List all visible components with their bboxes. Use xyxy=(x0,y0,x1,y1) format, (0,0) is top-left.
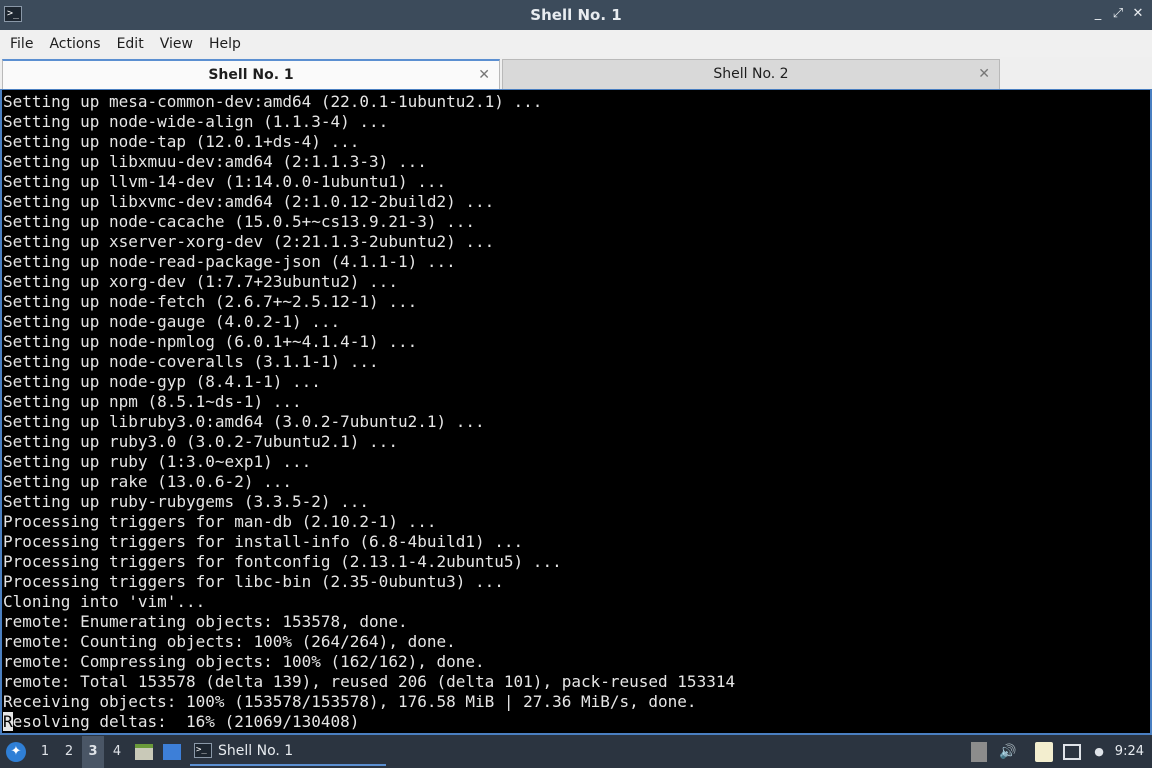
taskbar: ✦ 1 2 3 4 >_ Shell No. 1 🔊 ● 9:24 xyxy=(0,736,1152,768)
terminal-line: Setting up node-cacache (15.0.5+~cs13.9.… xyxy=(3,212,476,231)
terminal-line: Setting up node-wide-align (1.1.3-4) ... xyxy=(3,112,389,131)
terminal-line: Processing triggers for libc-bin (2.35-0… xyxy=(3,572,504,591)
desktop-1[interactable]: 1 xyxy=(34,736,56,768)
terminal-prompt-line: Resolving deltas: 16% (21069/130408) xyxy=(3,712,1150,732)
tab-shell-1[interactable]: Shell No. 1 ✕ xyxy=(2,59,500,89)
terminal-line: Setting up rake (13.0.6-2) ... xyxy=(3,472,292,491)
terminal-line: Receiving objects: 100% (153578/153578),… xyxy=(3,692,697,711)
tab-label: Shell No. 1 xyxy=(208,67,294,83)
terminal-line: Setting up node-fetch (2.6.7+~2.5.12-1) … xyxy=(3,292,418,311)
tab-shell-2[interactable]: Shell No. 2 ✕ xyxy=(502,59,1000,89)
terminal-line: Setting up node-gauge (4.0.2-1) ... xyxy=(3,312,341,331)
terminal-line: Setting up ruby-rubygems (3.3.5-2) ... xyxy=(3,492,370,511)
menu-view[interactable]: View xyxy=(152,36,201,52)
file-manager-icon[interactable] xyxy=(135,744,153,760)
notification-icon[interactable]: ● xyxy=(1090,742,1108,762)
menu-edit[interactable]: Edit xyxy=(109,36,152,52)
menu-file[interactable]: File xyxy=(2,36,41,52)
terminal-line: remote: Total 153578 (delta 139), reused… xyxy=(3,672,736,691)
tab-close-icon[interactable]: ✕ xyxy=(978,60,990,88)
terminal-icon: >_ xyxy=(194,743,212,758)
minimize-button[interactable]: _ xyxy=(1090,6,1106,22)
desktop-2[interactable]: 2 xyxy=(58,736,80,768)
menu-actions[interactable]: Actions xyxy=(41,36,108,52)
menu-help[interactable]: Help xyxy=(201,36,249,52)
taskbar-task-shell[interactable]: >_ Shell No. 1 xyxy=(190,738,386,766)
terminal-line: Processing triggers for fontconfig (2.13… xyxy=(3,552,562,571)
terminal-line: Setting up xorg-dev (1:7.7+23ubuntu2) ..… xyxy=(3,272,398,291)
desktop-4[interactable]: 4 xyxy=(106,736,128,768)
terminal-line: Setting up llvm-14-dev (1:14.0.0-1ubuntu… xyxy=(3,172,447,191)
terminal-line: Setting up mesa-common-dev:amd64 (22.0.1… xyxy=(3,92,543,111)
terminal-line: Setting up xserver-xorg-dev (2:21.1.3-2u… xyxy=(3,232,495,251)
show-desktop-icon[interactable] xyxy=(163,744,181,760)
title-bar: >_ Shell No. 1 _ ⤢ ✕ xyxy=(0,0,1152,30)
window-title: Shell No. 1 xyxy=(530,6,622,24)
terminal-line: remote: Enumerating objects: 153578, don… xyxy=(3,612,408,631)
terminal-line: Cloning into 'vim'... xyxy=(3,592,206,611)
terminal-line: Setting up node-npmlog (6.0.1+~4.1.4-1) … xyxy=(3,332,418,351)
terminal-output[interactable]: Setting up mesa-common-dev:amd64 (22.0.1… xyxy=(0,89,1152,735)
tab-close-icon[interactable]: ✕ xyxy=(478,61,490,89)
volume-icon[interactable]: 🔊 xyxy=(999,742,1017,762)
terminal-line: remote: Counting objects: 100% (264/264)… xyxy=(3,632,456,651)
terminal-line: Setting up node-tap (12.0.1+ds-4) ... xyxy=(3,132,360,151)
notes-icon[interactable] xyxy=(971,742,987,762)
clock[interactable]: 9:24 xyxy=(1115,736,1144,768)
terminal-line: Processing triggers for install-info (6.… xyxy=(3,532,524,551)
desktop-3[interactable]: 3 xyxy=(82,736,104,768)
terminal-line: Setting up npm (8.5.1~ds-1) ... xyxy=(3,392,302,411)
terminal-cursor: R xyxy=(3,712,13,731)
terminal-line: Setting up node-gyp (8.4.1-1) ... xyxy=(3,372,321,391)
terminal-line: Setting up libruby3.0:amd64 (3.0.2-7ubun… xyxy=(3,412,485,431)
tab-bar: Shell No. 1 ✕ Shell No. 2 ✕ xyxy=(0,57,1152,89)
terminal-line: Setting up node-coveralls (3.1.1-1) ... xyxy=(3,352,379,371)
terminal-line: Setting up libxvmc-dev:amd64 (2:1.0.12-2… xyxy=(3,192,495,211)
menu-bar: File Actions Edit View Help xyxy=(0,30,1152,57)
terminal-line: Processing triggers for man-db (2.10.2-1… xyxy=(3,512,437,531)
terminal-line-text: esolving deltas: 16% (21069/130408) xyxy=(12,712,360,731)
close-button[interactable]: ✕ xyxy=(1130,6,1146,22)
terminal-line: Setting up node-read-package-json (4.1.1… xyxy=(3,252,456,271)
tab-label: Shell No. 2 xyxy=(713,66,789,82)
maximize-button[interactable]: ⤢ xyxy=(1110,6,1126,22)
network-icon[interactable] xyxy=(1063,744,1081,760)
terminal-line: remote: Compressing objects: 100% (162/1… xyxy=(3,652,485,671)
terminal-line: Setting up ruby (1:3.0~exp1) ... xyxy=(3,452,312,471)
clipboard-icon[interactable] xyxy=(1035,742,1053,762)
terminal-line: Setting up ruby3.0 (3.0.2-7ubuntu2.1) ..… xyxy=(3,432,398,451)
task-label: Shell No. 1 xyxy=(218,743,294,759)
terminal-line: Setting up libxmuu-dev:amd64 (2:1.1.3-3)… xyxy=(3,152,427,171)
start-menu-icon[interactable]: ✦ xyxy=(6,742,26,762)
